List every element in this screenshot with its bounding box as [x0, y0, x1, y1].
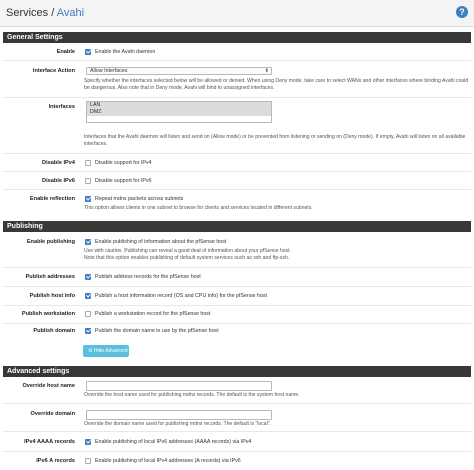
advanced-settings-header: Advanced settings — [3, 366, 471, 377]
interface-option-lan[interactable]: LAN — [87, 102, 271, 109]
breadcrumb-services[interactable]: Services — [6, 7, 48, 19]
breadcrumb-avahi[interactable]: Avahi — [57, 7, 84, 19]
disable-ipv4-checkbox[interactable] — [85, 160, 91, 166]
disable-ipv6-checkbox[interactable] — [85, 178, 91, 184]
enable-publishing-label: Enable publishing — [26, 239, 75, 245]
enable-publishing-checkbox[interactable] — [85, 239, 91, 245]
interfaces-help: Interfaces that the Avahi daemon will li… — [84, 134, 466, 147]
disable-ipv4-label: Disable IPv4 — [42, 160, 75, 166]
publish-domain-row: Publish domain Publish the domain name i… — [3, 324, 471, 340]
interfaces-label: Interfaces — [48, 104, 75, 110]
publish-addresses-label: Publish addresses — [25, 274, 75, 280]
ipv6-a-checkbox[interactable] — [85, 458, 91, 464]
publish-host-info-text: Publish a host information record (OS an… — [95, 293, 267, 299]
general-settings-header: General Settings — [3, 32, 471, 43]
question-circle-icon[interactable]: ? — [456, 6, 468, 18]
publish-host-info-row: Publish host info Publish a host informa… — [3, 287, 471, 306]
ipv4-aaaa-text: Enable publishing of local IPv6 addresse… — [95, 439, 252, 445]
interface-action-row: Interface Action Allow Interfaces ⬍ Spec… — [3, 61, 471, 98]
publish-addresses-row: Publish addresses Publish address record… — [3, 268, 471, 287]
enable-row: Enable Enable the Avahi daemon — [3, 43, 471, 61]
disable-ipv6-label: Disable IPv6 — [42, 178, 75, 184]
enable-reflection-help: This option allows clients in one subnet… — [84, 205, 313, 211]
override-domain-row: Override domain Override the domain name… — [3, 404, 471, 432]
interface-action-label: Interface Action — [32, 68, 75, 74]
disable-ipv6-row: Disable IPv6 Disable support for IPv6 — [3, 172, 471, 190]
enable-label: Enable — [56, 49, 75, 55]
disable-ipv4-row: Disable IPv4 Disable support for IPv4 — [3, 154, 471, 172]
gear-icon: ⚙ — [88, 348, 93, 354]
publish-domain-text: Publish the domain name in use by the pf… — [95, 328, 219, 334]
ipv6-a-text: Enable publishing of local IPv4 addresse… — [95, 458, 241, 464]
interface-action-value: Allow Interfaces — [90, 68, 128, 74]
publish-host-info-label: Publish host info — [29, 293, 75, 299]
publish-workstation-text: Publish a workstation record for the pfS… — [95, 311, 211, 317]
breadcrumb: Services / Avahi — [6, 7, 84, 19]
interfaces-listbox[interactable]: LAN DMZ — [86, 101, 272, 123]
publish-workstation-row: Publish workstation Publish a workstatio… — [3, 306, 471, 324]
publish-workstation-label: Publish workstation — [21, 311, 75, 317]
enable-publishing-help-2: Note that this option enables publishing… — [84, 255, 290, 261]
disable-ipv6-text: Disable support for IPv6 — [95, 178, 152, 184]
publish-host-info-checkbox[interactable] — [85, 293, 91, 299]
override-host-input[interactable] — [86, 381, 272, 391]
ipv4-aaaa-checkbox[interactable] — [85, 439, 91, 445]
enable-reflection-checkbox[interactable] — [85, 196, 91, 202]
ipv4-aaaa-label: IPv4 AAAA records — [24, 439, 75, 445]
enable-publishing-row: Enable publishing Enable publishing of i… — [3, 232, 471, 268]
enable-reflection-text: Repeat mdns packets across subnets — [95, 196, 184, 202]
enable-publishing-text: Enable publishing of information about t… — [95, 239, 227, 245]
enable-checkbox[interactable] — [85, 49, 91, 55]
interface-action-help: Specify whether the interfaces selected … — [84, 78, 469, 91]
ipv6-a-row: IPv6 A records Enable publishing of loca… — [3, 452, 471, 470]
override-host-row: Override host name Override the host nam… — [3, 377, 471, 404]
ipv4-aaaa-row: IPv4 AAAA records Enable publishing of l… — [3, 432, 471, 452]
override-domain-label: Override domain — [30, 411, 75, 417]
publish-addresses-checkbox[interactable] — [85, 274, 91, 280]
interface-action-select[interactable]: Allow Interfaces ⬍ — [86, 67, 272, 75]
interface-option-dmz[interactable]: DMZ — [87, 109, 271, 116]
publish-domain-label: Publish domain — [33, 328, 75, 334]
interfaces-row: Interfaces LAN DMZ Interfaces that the A… — [3, 98, 471, 154]
override-host-label: Override host name — [22, 383, 75, 389]
hide-advanced-button[interactable]: ⚙ Hide Advanced — [83, 345, 129, 357]
publish-domain-checkbox[interactable] — [85, 328, 91, 334]
ipv6-a-label: IPv6 A records — [36, 458, 75, 464]
publishing-header: Publishing — [3, 221, 471, 232]
hide-advanced-label: Hide Advanced — [93, 348, 128, 354]
override-domain-help: Override the domain name used for publis… — [84, 421, 271, 427]
override-domain-input[interactable] — [86, 410, 272, 420]
select-arrows-icon: ⬍ — [264, 68, 269, 74]
enable-text: Enable the Avahi daemon — [95, 49, 156, 55]
publish-addresses-text: Publish address records for the pfSense … — [95, 274, 201, 280]
enable-reflection-row: Enable reflection Repeat mdns packets ac… — [3, 190, 471, 216]
override-host-help: Override the host name used for publishi… — [84, 392, 300, 398]
breadcrumb-separator: / — [51, 7, 55, 19]
publish-workstation-checkbox[interactable] — [85, 311, 91, 317]
disable-ipv4-text: Disable support for IPv4 — [95, 160, 152, 166]
enable-reflection-label: Enable reflection — [29, 196, 75, 202]
enable-publishing-help-1: Use with caution. Publishing can reveal … — [84, 248, 291, 254]
page-header: Services / Avahi ? — [0, 0, 474, 27]
